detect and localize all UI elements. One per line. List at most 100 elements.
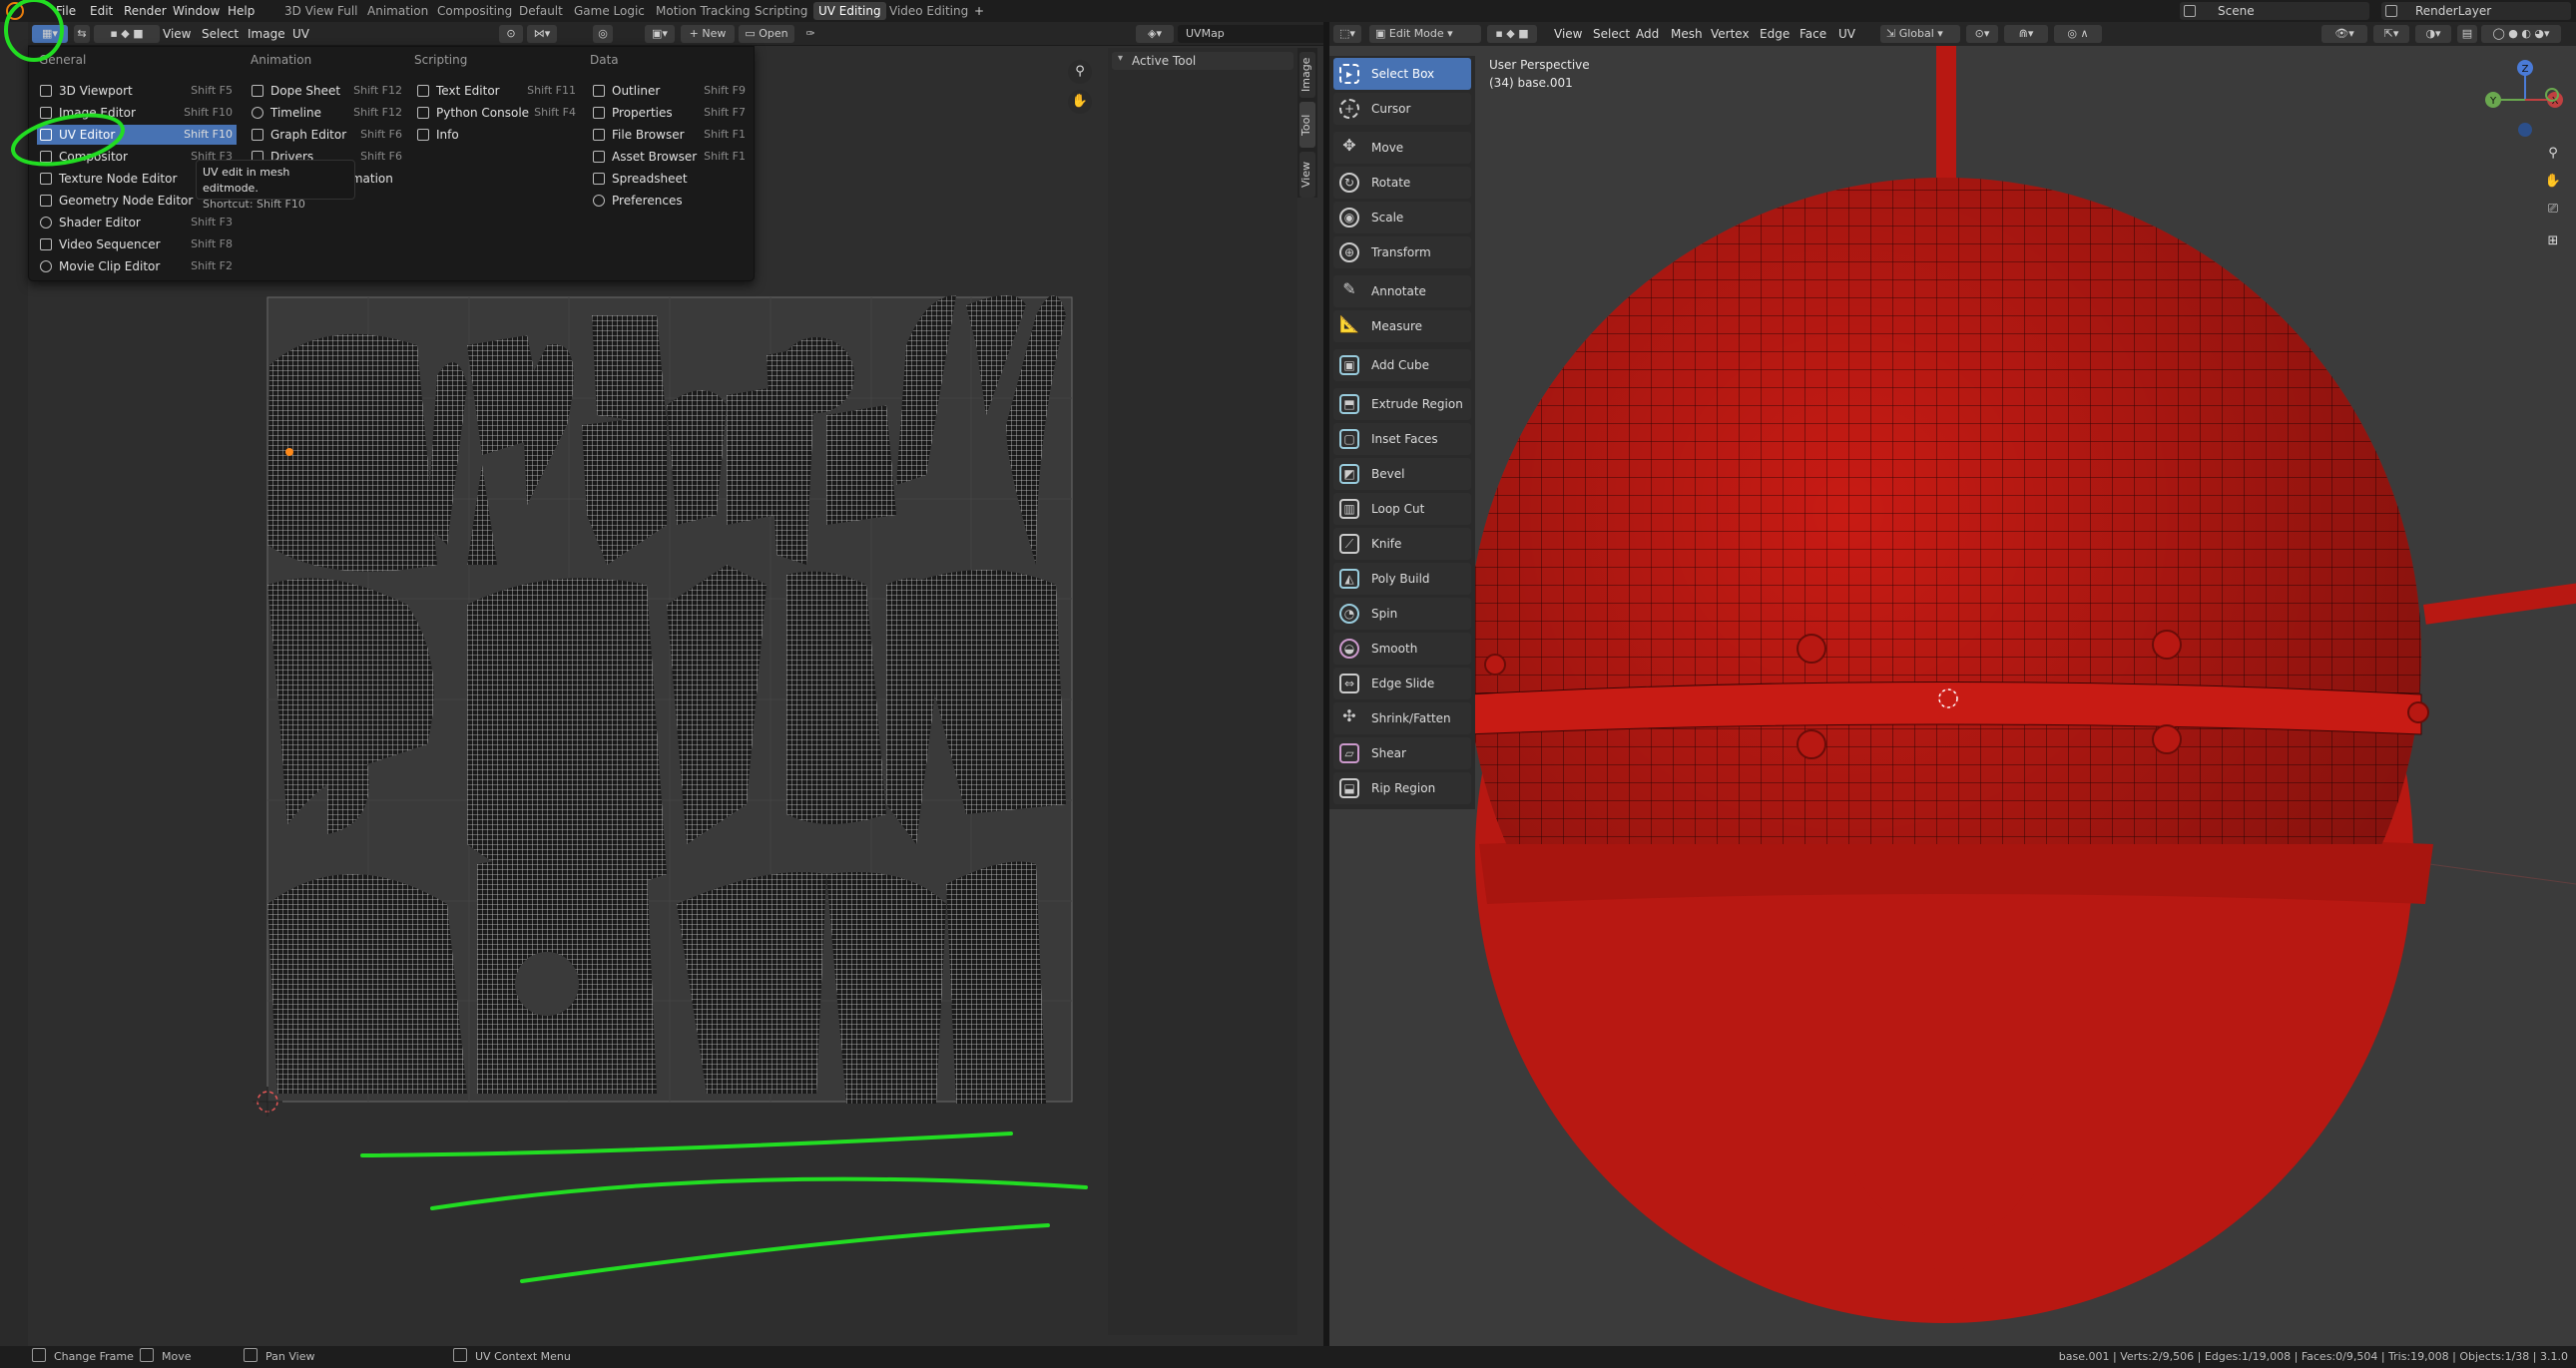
tool-rotate[interactable]: ↻ Rotate (1333, 167, 1471, 199)
tab-game-logic[interactable]: Game Logic (569, 2, 650, 20)
pin-icon[interactable]: ✑ (800, 25, 820, 43)
visibility-icon[interactable]: 👁▾ (2321, 25, 2367, 43)
pan-hand-icon[interactable]: ✋ (1068, 90, 1092, 114)
tab-uv-editing[interactable]: UV Editing (813, 2, 886, 20)
uv-menu-view[interactable]: View (163, 25, 191, 43)
v3-menu-select[interactable]: Select (1593, 25, 1630, 43)
menu-item-text-editor[interactable]: Text Editor Shift F11 (414, 81, 580, 101)
gizmo-y-negative-icon[interactable] (2545, 88, 2559, 102)
tool-scale[interactable]: ◉ Scale (1333, 202, 1471, 233)
v3-menu-face[interactable]: Face (1800, 25, 1826, 43)
tool-knife[interactable]: ⟋ Knife (1333, 528, 1471, 560)
tool-cursor[interactable]: + Cursor (1333, 93, 1471, 125)
menu-item-python-console[interactable]: Python Console Shift F4 (414, 103, 580, 123)
menu-item-outliner[interactable]: Outliner Shift F9 (590, 81, 750, 101)
zoom-viewport-icon[interactable]: ⚲ (2541, 142, 2565, 166)
v3-menu-vertex[interactable]: Vertex (1711, 25, 1750, 43)
tool-measure[interactable]: 📐 Measure (1333, 310, 1471, 342)
tool-shear[interactable]: ▱ Shear (1333, 737, 1471, 769)
active-tool-panel-header[interactable]: ▾ Active Tool (1112, 52, 1293, 70)
tab-default[interactable]: Default (514, 2, 568, 20)
tab-view[interactable]: View (1299, 152, 1315, 198)
pivot-icon[interactable]: ⊙ (499, 25, 523, 43)
menu-item-timeline[interactable]: Timeline Shift F12 (249, 103, 406, 123)
sticky-select-icon[interactable]: ⋈▾ (527, 25, 557, 43)
menu-item-video-sequencer[interactable]: Video Sequencer Shift F8 (37, 234, 237, 254)
xray-icon[interactable]: ▤ (2457, 25, 2477, 43)
pivot-point-icon[interactable]: ⊙▾ (1966, 25, 1998, 43)
orientation-selector[interactable]: ⇲ Global ▾ (1880, 25, 1960, 43)
menu-help[interactable]: Help (228, 2, 255, 20)
tab-tool[interactable]: Tool (1299, 102, 1315, 148)
shading-mode-icons[interactable]: ◯ ● ◐ ◕▾ (2481, 25, 2561, 43)
tool-rip-region[interactable]: ⬓ Rip Region (1333, 772, 1471, 804)
pan-viewport-icon[interactable]: ✋ (2541, 170, 2565, 194)
tool-edge-slide[interactable]: ⇔ Edge Slide (1333, 668, 1471, 699)
tool-spin[interactable]: ◔ Spin (1333, 598, 1471, 630)
tool-shrink-fatten[interactable]: ✣ Shrink/Fatten (1333, 702, 1471, 734)
v3-menu-edge[interactable]: Edge (1760, 25, 1790, 43)
uvmap-field[interactable]: UVMap (1178, 25, 1337, 43)
tool-annotate[interactable]: ✎ Annotate (1333, 275, 1471, 307)
navigation-gizmo[interactable]: Z Y X (2475, 56, 2575, 146)
gizmo-toggle-icon[interactable]: ⇱▾ (2373, 25, 2409, 43)
uv-menu-image[interactable]: Image (248, 25, 285, 43)
zoom-icon[interactable]: ⚲ (1068, 60, 1092, 84)
proportional-icon[interactable]: ◎ (593, 25, 613, 43)
scene-selector[interactable]: Scene (2180, 2, 2369, 20)
status-scene-stats: base.001 | Verts:2/9,506 | Edges:1/19,00… (2058, 1350, 2568, 1363)
shrink-fatten-icon: ✣ (1342, 706, 1356, 725)
tool-transform[interactable]: ⊕ Transform (1333, 236, 1471, 268)
menu-item-movie-clip-editor[interactable]: Movie Clip Editor Shift F2 (37, 256, 237, 276)
uvmap-icon[interactable]: ◈▾ (1136, 25, 1174, 43)
v3-menu-mesh[interactable]: Mesh (1671, 25, 1703, 43)
tool-smooth[interactable]: ◒ Smooth (1333, 633, 1471, 665)
menu-item-graph-editor[interactable]: Graph Editor Shift F6 (249, 125, 406, 145)
ortho-toggle-icon[interactable]: ⊞ (2541, 229, 2565, 253)
tool-select-box[interactable]: ▸ Select Box (1333, 58, 1471, 90)
menu-item-asset-browser[interactable]: Asset Browser Shift F1 (590, 147, 750, 167)
viewport-type-icon[interactable]: ⬚▾ (1333, 25, 1361, 43)
menu-item-preferences[interactable]: Preferences (590, 191, 750, 211)
overlay-toggle-icon[interactable]: ◑▾ (2415, 25, 2451, 43)
tab-animation[interactable]: Animation (362, 2, 433, 20)
open-image-button[interactable]: ▭ Open (739, 25, 794, 43)
tab-3d-view-full[interactable]: 3D View Full (279, 2, 363, 20)
snap-icon[interactable]: ⋒▾ (2004, 25, 2048, 43)
tab-video-editing[interactable]: Video Editing (884, 2, 973, 20)
new-image-button[interactable]: + New (681, 25, 735, 43)
menu-heading-scripting: Scripting (414, 53, 468, 67)
v3-menu-add[interactable]: Add (1636, 25, 1659, 43)
tab-scripting[interactable]: Scripting (750, 2, 812, 20)
tool-bevel[interactable]: ◩ Bevel (1333, 458, 1471, 490)
tool-loop-cut[interactable]: ▥ Loop Cut (1333, 493, 1471, 525)
render-layer-selector[interactable]: RenderLayer (2381, 2, 2571, 20)
mode-selector[interactable]: ▣ Edit Mode ▾ (1369, 25, 1481, 43)
tab-motion-tracking[interactable]: Motion Tracking (651, 2, 755, 20)
tool-move[interactable]: ✥ Move (1333, 132, 1471, 164)
menu-item-spreadsheet[interactable]: Spreadsheet (590, 169, 750, 189)
menu-window[interactable]: Window (173, 2, 220, 20)
proportional-edit-icon[interactable]: ◎ ∧ (2054, 25, 2102, 43)
viewport-scene[interactable] (1475, 46, 2576, 1343)
tool-add-cube[interactable]: ▣ Add Cube (1333, 349, 1471, 381)
select-mode-buttons[interactable]: ▪ ◆ ■ (1487, 25, 1537, 43)
uv-menu-select[interactable]: Select (202, 25, 239, 43)
tool-extrude-region[interactable]: ⬒ Extrude Region (1333, 388, 1471, 420)
menu-item-properties[interactable]: Properties Shift F7 (590, 103, 750, 123)
menu-item-file-browser[interactable]: File Browser Shift F1 (590, 125, 750, 145)
tab-image[interactable]: Image (1299, 52, 1315, 98)
menu-item-info[interactable]: Info (414, 125, 580, 145)
image-browse-icon[interactable]: ▣▾ (645, 25, 675, 43)
dope-sheet-icon (252, 85, 263, 97)
uv-menu-uv[interactable]: UV (292, 25, 309, 43)
camera-view-icon[interactable]: ⎚ (2541, 198, 2565, 222)
menu-item-dope-sheet[interactable]: Dope Sheet Shift F12 (249, 81, 406, 101)
add-workspace-button[interactable]: + (969, 2, 989, 20)
tab-compositing[interactable]: Compositing (432, 2, 517, 20)
v3-menu-view[interactable]: View (1554, 25, 1582, 43)
v3-menu-uv[interactable]: UV (1838, 25, 1855, 43)
menu-item-shader-editor[interactable]: Shader Editor Shift F3 (37, 213, 237, 232)
tool-inset-faces[interactable]: ▢ Inset Faces (1333, 423, 1471, 455)
tool-poly-build[interactable]: ◭ Poly Build (1333, 563, 1471, 595)
